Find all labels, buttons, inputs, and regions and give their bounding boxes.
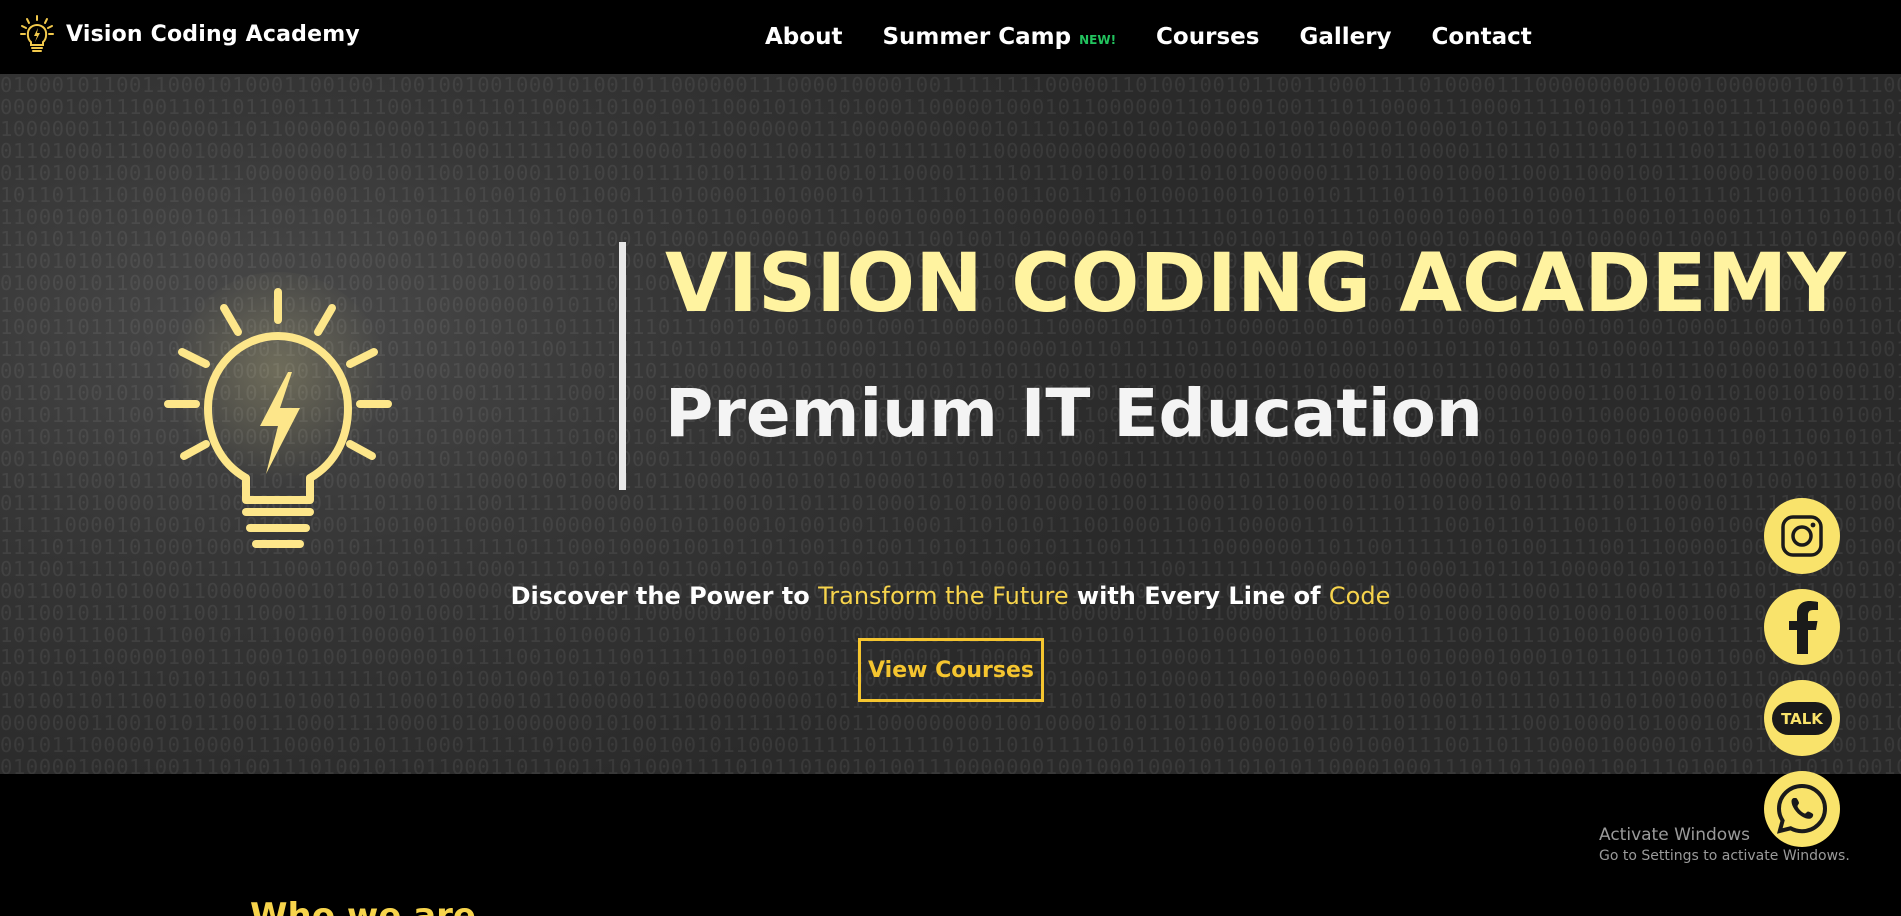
- binary-row: 1011011110100100001110010001101101110100…: [0, 183, 1901, 207]
- tagline-text: Discover the Power to: [510, 582, 819, 610]
- binary-row: 0010111000001010000111000010101110001111…: [0, 733, 1901, 757]
- divider-line: [619, 242, 626, 490]
- lightbulb-icon: [20, 15, 54, 52]
- tagline-highlight: Transform the Future: [818, 582, 1069, 610]
- binary-row: 0110100011100001000110000001111011100011…: [0, 139, 1901, 163]
- binary-row: 0000010011100110110110011111110011101110…: [0, 95, 1901, 119]
- tagline-text: with Every Line of: [1068, 582, 1329, 610]
- social-links: TALK: [1764, 498, 1840, 862]
- main-nav: About Summer Camp NEW! Courses Gallery C…: [765, 18, 1532, 56]
- hero-title: VISION CODING ACADEMY: [665, 237, 1846, 331]
- facebook-button[interactable]: [1764, 589, 1840, 665]
- hero-section: 0100010110011000101000110010011001001001…: [0, 74, 1901, 774]
- view-courses-button[interactable]: View Courses: [858, 638, 1044, 702]
- kakaotalk-icon: TALK: [1772, 701, 1832, 735]
- tagline-highlight: Code: [1328, 582, 1391, 610]
- nav-gallery[interactable]: Gallery: [1299, 24, 1391, 50]
- binary-row: 0110100110010001111000000010010011001010…: [0, 161, 1901, 185]
- facebook-icon: [1789, 601, 1818, 654]
- binary-row: 0100010110011000101000110010011001001001…: [0, 74, 1901, 97]
- instagram-icon: [1781, 515, 1823, 557]
- new-badge: NEW!: [1079, 33, 1117, 47]
- hero-tagline: Discover the Power to Transform the Futu…: [0, 582, 1901, 610]
- watermark-subtitle: Go to Settings to activate Windows.: [1599, 848, 1850, 864]
- brand-logo-link[interactable]: Vision Coding Academy: [20, 14, 360, 54]
- brand-name: Vision Coding Academy: [66, 21, 360, 47]
- nav-about[interactable]: About: [765, 24, 842, 50]
- windows-activation-watermark: Activate Windows Go to Settings to activ…: [1599, 824, 1850, 866]
- binary-row: 0000000110010101110011100011110000101010…: [0, 711, 1901, 735]
- nav-courses[interactable]: Courses: [1156, 24, 1259, 50]
- nav-summer-camp[interactable]: Summer Camp NEW!: [882, 24, 1116, 50]
- instagram-button[interactable]: [1764, 498, 1840, 574]
- binary-row: 1000000111100000011011000000100001110011…: [0, 117, 1901, 141]
- navbar: Vision Coding Academy About Summer Camp …: [0, 0, 1901, 74]
- lightbulb-icon: [164, 272, 392, 548]
- watermark-title: Activate Windows: [1599, 825, 1750, 845]
- nav-contact[interactable]: Contact: [1432, 24, 1532, 50]
- kakaotalk-button[interactable]: TALK: [1764, 680, 1840, 756]
- nav-summer-camp-label: Summer Camp: [882, 24, 1072, 50]
- section-heading: Who we are: [250, 896, 476, 916]
- binary-row: 0100001000110011101001110100101101100011…: [0, 755, 1901, 774]
- hero-subtitle: Premium IT Education: [665, 375, 1483, 452]
